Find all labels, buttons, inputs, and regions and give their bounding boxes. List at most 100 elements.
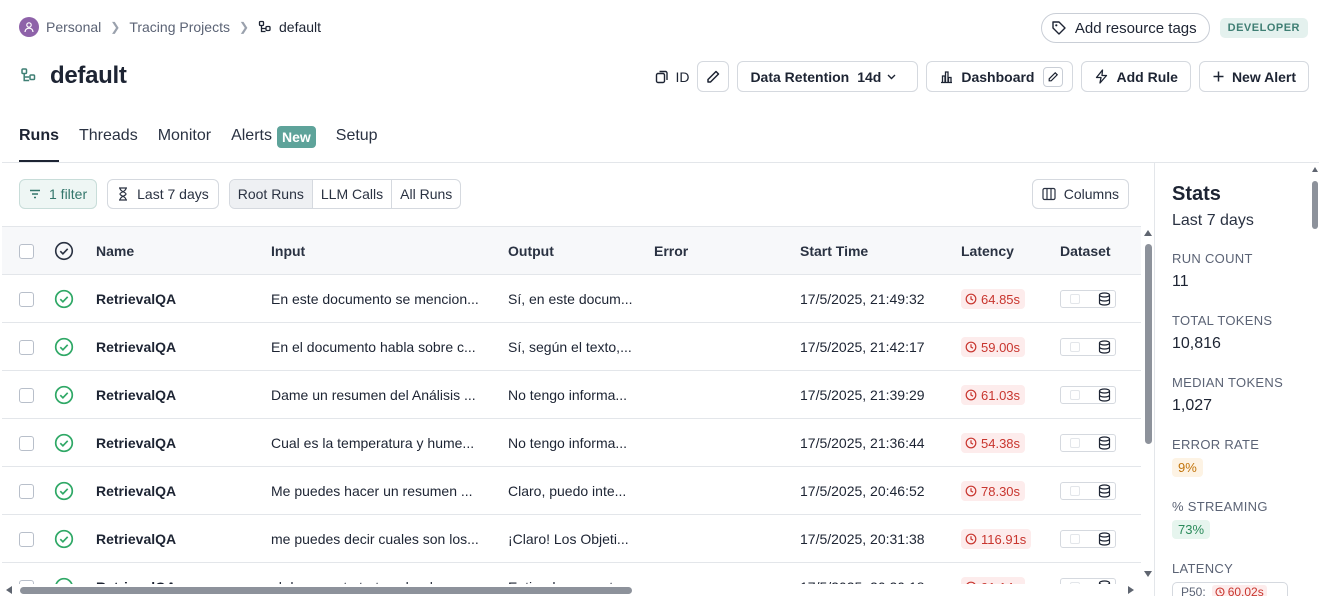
header-latency[interactable]: Latency <box>961 227 1051 275</box>
dataset-toggle[interactable] <box>1070 342 1080 352</box>
segment-root-runs[interactable]: Root Runs <box>229 180 313 208</box>
row-checkbox[interactable] <box>19 387 34 403</box>
table-row[interactable]: RetrievalQA En este documento se mencion.… <box>2 275 1141 323</box>
copy-id-button[interactable]: ID <box>655 69 689 85</box>
add-resource-tags-button[interactable]: Add resource tags <box>1040 13 1210 43</box>
user-avatar-icon[interactable] <box>19 17 39 37</box>
row-checkbox[interactable] <box>19 339 34 355</box>
row-checkbox[interactable] <box>19 435 34 451</box>
run-start-time: 17/5/2025, 21:36:44 <box>800 435 925 451</box>
dataset-toggle[interactable] <box>1070 438 1080 448</box>
horizontal-scroll-thumb[interactable] <box>20 587 632 594</box>
run-input[interactable]: En el documento habla sobre c... <box>271 323 496 371</box>
table-row[interactable]: RetrievalQA Cual es la temperatura y hume… <box>2 419 1141 467</box>
retention-select[interactable]: 14d <box>857 69 897 85</box>
vertical-scroll-thumb[interactable] <box>1145 244 1152 444</box>
scroll-left-arrow-icon[interactable] <box>6 586 12 594</box>
run-output[interactable]: Sí, en este docum... <box>508 275 643 323</box>
header-dataset[interactable]: Dataset <box>1060 227 1140 275</box>
table-vertical-scrollbar[interactable] <box>1142 226 1154 584</box>
header-start-time[interactable]: Start Time <box>800 227 950 275</box>
scroll-up-arrow-icon[interactable] <box>1144 230 1152 236</box>
latency-value: 116.91s <box>981 531 1027 547</box>
scroll-right-arrow-icon[interactable] <box>1128 586 1134 594</box>
run-output[interactable]: Sí, según el texto,... <box>508 323 643 371</box>
add-rule-button[interactable]: Add Rule <box>1081 61 1191 92</box>
runs-table: Name Input Output Error Start Time Laten… <box>2 226 1141 584</box>
run-name[interactable]: RetrievalQA <box>96 323 256 371</box>
status-header[interactable] <box>54 227 74 275</box>
add-to-dataset-control[interactable] <box>1060 338 1116 356</box>
dataset-toggle[interactable] <box>1070 294 1080 304</box>
run-output[interactable]: No tengo informa... <box>508 419 643 467</box>
table-row[interactable]: RetrievalQA Dame un resumen del Análisis … <box>2 371 1141 419</box>
dataset-cell <box>1060 563 1140 584</box>
add-to-dataset-control[interactable] <box>1060 530 1116 548</box>
segment-all-runs[interactable]: All Runs <box>392 180 460 208</box>
row-checkbox[interactable] <box>19 531 34 547</box>
time-range-button[interactable]: Last 7 days <box>107 179 219 209</box>
run-input[interactable]: me puedes decir cuales son los... <box>271 515 496 563</box>
run-name[interactable]: RetrievalQA <box>96 419 256 467</box>
add-to-dataset-control[interactable] <box>1060 482 1116 500</box>
run-name[interactable]: RetrievalQA <box>96 515 256 563</box>
run-input[interactable]: En este documento se mencion... <box>271 275 496 323</box>
header-output[interactable]: Output <box>508 227 643 275</box>
add-to-dataset-control[interactable] <box>1060 290 1116 308</box>
dashboard-button[interactable]: Dashboard <box>926 61 1074 92</box>
run-name[interactable]: RetrievalQA <box>96 371 256 419</box>
run-input[interactable]: Me puedes hacer un resumen ... <box>271 467 496 515</box>
scroll-up-arrow-icon[interactable] <box>1312 167 1318 172</box>
breadcrumb-personal[interactable]: Personal <box>46 19 101 35</box>
run-input[interactable]: el documento trata sobre los a... <box>271 563 496 584</box>
segment-llm-calls[interactable]: LLM Calls <box>313 180 393 208</box>
run-name[interactable]: RetrievalQA <box>96 467 256 515</box>
success-check-icon <box>54 289 74 309</box>
data-retention-button[interactable]: Data Retention 14d <box>737 61 919 92</box>
select-all-checkbox[interactable] <box>19 243 34 259</box>
stats-scrollbar[interactable] <box>1311 163 1319 596</box>
edit-project-button[interactable] <box>697 61 730 92</box>
run-output[interactable]: Claro, puedo inte... <box>508 467 643 515</box>
tab-runs[interactable]: Runs <box>19 124 59 162</box>
breadcrumb-tracing-projects[interactable]: Tracing Projects <box>129 19 230 35</box>
developer-badge: DEVELOPER <box>1219 18 1308 38</box>
tab-alerts[interactable]: Alerts New <box>231 124 316 162</box>
header-error[interactable]: Error <box>654 227 784 275</box>
row-checkbox[interactable] <box>19 291 34 307</box>
stats-scroll-thumb[interactable] <box>1312 181 1318 229</box>
streaming-chip: 73% <box>1172 520 1211 539</box>
table-row[interactable]: RetrievalQA En el documento habla sobre c… <box>2 323 1141 371</box>
table-horizontal-scrollbar[interactable] <box>2 584 1141 596</box>
project-tree-icon <box>258 20 271 32</box>
dataset-toggle[interactable] <box>1070 534 1080 544</box>
scroll-down-arrow-icon[interactable] <box>1144 571 1152 577</box>
dataset-toggle[interactable] <box>1070 486 1080 496</box>
edit-dashboard-button[interactable] <box>1043 66 1064 87</box>
table-row[interactable]: RetrievalQA me puedes decir cuales son lo… <box>2 515 1141 563</box>
run-output[interactable]: Entiendo que est... <box>508 563 643 584</box>
filter-button[interactable]: 1 filter <box>19 179 98 209</box>
header-input[interactable]: Input <box>271 227 496 275</box>
tab-monitor[interactable]: Monitor <box>158 124 211 162</box>
row-checkbox[interactable] <box>19 483 34 499</box>
run-output[interactable]: No tengo informa... <box>508 371 643 419</box>
run-name[interactable]: RetrievalQA <box>96 275 256 323</box>
table-row[interactable]: RetrievalQA Me puedes hacer un resumen ..… <box>2 467 1141 515</box>
row-select-cell <box>19 323 34 371</box>
columns-button[interactable]: Columns <box>1031 179 1129 209</box>
header-name[interactable]: Name <box>96 227 256 275</box>
add-to-dataset-control[interactable] <box>1060 434 1116 452</box>
run-input[interactable]: Cual es la temperatura y hume... <box>271 419 496 467</box>
run-input[interactable]: Dame un resumen del Análisis ... <box>271 371 496 419</box>
add-to-dataset-control[interactable] <box>1060 386 1116 404</box>
run-output[interactable]: ¡Claro! Los Objeti... <box>508 515 643 563</box>
run-name[interactable]: RetrievalQA <box>96 563 256 584</box>
tab-threads[interactable]: Threads <box>79 124 138 162</box>
dataset-toggle[interactable] <box>1070 390 1080 400</box>
table-row[interactable]: RetrievalQA el documento trata sobre los … <box>2 563 1141 584</box>
columns-icon <box>1042 187 1056 201</box>
success-check-icon <box>54 433 74 453</box>
new-alert-button[interactable]: New Alert <box>1198 61 1309 92</box>
tab-setup[interactable]: Setup <box>336 124 378 162</box>
